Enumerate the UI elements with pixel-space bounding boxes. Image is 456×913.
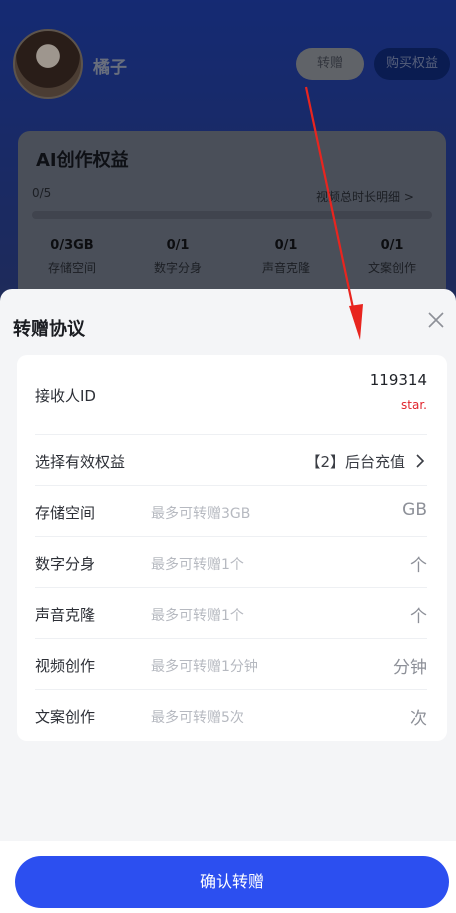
video-creation-row[interactable]: 视频创作 最多可转赠1分钟 分钟 [35,639,427,690]
voice-clone-label: 声音克隆 [35,606,96,624]
close-icon[interactable] [424,308,448,332]
sheet-footer: 确认转赠 [0,841,456,913]
digital-avatar-row[interactable]: 数字分身 最多可转赠1个 个 [35,537,427,588]
voice-clone-row[interactable]: 声音克隆 最多可转赠1个 个 [35,588,427,639]
confirm-transfer-button[interactable]: 确认转赠 [15,856,449,908]
video-creation-label: 视频创作 [35,657,96,675]
digital-avatar-unit: 个 [410,556,427,576]
storage-row[interactable]: 存储空间 最多可转赠3GB GB [35,486,427,537]
copywriting-row[interactable]: 文案创作 最多可转赠5次 次 [35,690,427,740]
voice-clone-unit: 个 [410,607,427,627]
recipient-label: 接收人ID [35,387,96,405]
storage-unit: GB [402,500,427,520]
copywriting-label: 文案创作 [35,708,96,726]
recipient-name: star. [401,398,427,412]
transfer-form: 接收人ID 119314 star. 选择有效权益 【2】后台充值 存储空间 最… [17,355,447,741]
storage-label: 存储空间 [35,504,96,522]
storage-input[interactable]: 最多可转赠3GB [151,503,250,523]
digital-avatar-input[interactable]: 最多可转赠1个 [151,554,244,574]
video-creation-input[interactable]: 最多可转赠1分钟 [151,656,258,676]
choose-rights-row[interactable]: 选择有效权益 【2】后台充值 [35,435,427,486]
choose-rights-value: 【2】后台充值 [305,453,405,471]
voice-clone-input[interactable]: 最多可转赠1个 [151,605,244,625]
transfer-agreement-sheet: 转赠协议 接收人ID 119314 star. 选择有效权益 【2】后台充值 存… [0,289,456,913]
sheet-title: 转赠协议 [13,319,85,340]
copywriting-unit: 次 [410,709,427,729]
recipient-row[interactable]: 接收人ID 119314 star. [35,355,427,435]
video-creation-unit: 分钟 [393,658,427,678]
chevron-right-icon [416,454,425,468]
copywriting-input[interactable]: 最多可转赠5次 [151,707,244,727]
choose-rights-label: 选择有效权益 [35,453,126,471]
digital-avatar-label: 数字分身 [35,555,96,573]
recipient-id-value[interactable]: 119314 [370,371,427,389]
